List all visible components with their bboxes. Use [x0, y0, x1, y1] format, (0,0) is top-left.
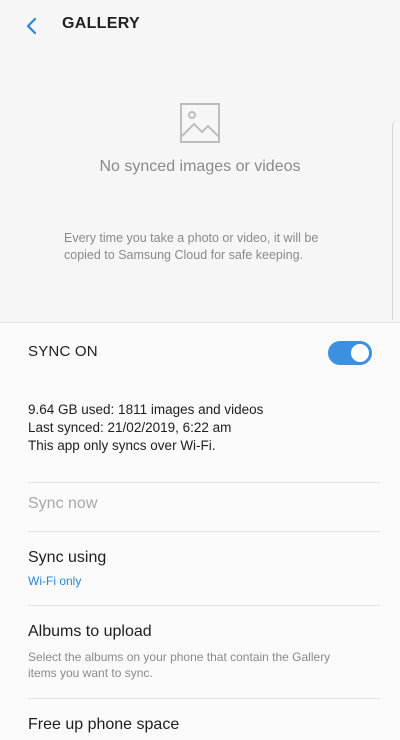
- sync-using-item[interactable]: Sync using Wi-Fi only: [0, 531, 400, 605]
- last-synced-text: Last synced: 21/02/2019, 6:22 am: [28, 420, 232, 435]
- sync-settings-panel: SYNC ON 9.64 GB used: 1811 images and vi…: [0, 322, 400, 740]
- free-up-space-item[interactable]: Free up phone space: [0, 698, 400, 740]
- image-placeholder-icon: [180, 103, 220, 143]
- albums-to-upload-item[interactable]: Albums to upload Select the albums on yo…: [0, 605, 400, 698]
- sync-switch[interactable]: [328, 341, 372, 365]
- albums-to-upload-description: Select the albums on your phone that con…: [28, 650, 331, 680]
- app-bar: GALLERY: [0, 0, 400, 52]
- back-button[interactable]: [18, 12, 46, 40]
- storage-usage-text: 9.64 GB used: 1811 images and videos: [28, 402, 264, 417]
- switch-knob: [350, 343, 370, 363]
- page-title: GALLERY: [62, 15, 140, 32]
- sync-status-label: SYNC ON: [28, 343, 98, 360]
- sync-info: 9.64 GB used: 1811 images and videos Las…: [28, 401, 263, 455]
- albums-to-upload-title: Albums to upload: [28, 623, 152, 640]
- empty-state-description: Every time you take a photo or video, it…: [64, 231, 319, 262]
- sync-toggle-row[interactable]: SYNC ON: [0, 335, 400, 371]
- sync-using-value: Wi-Fi only: [28, 574, 82, 588]
- chevron-left-icon: [26, 17, 37, 35]
- sync-using-title: Sync using: [28, 549, 107, 566]
- gallery-sync-screen: GALLERY No synced images or videos Every…: [0, 0, 400, 740]
- sync-now-button[interactable]: Sync now: [28, 495, 97, 513]
- empty-state-title: No synced images or videos: [99, 158, 301, 175]
- free-up-space-title: Free up phone space: [28, 716, 180, 733]
- divider: [28, 482, 380, 483]
- wifi-note-text: This app only syncs over Wi-Fi.: [28, 438, 216, 453]
- edge-panel-handle[interactable]: [392, 120, 400, 320]
